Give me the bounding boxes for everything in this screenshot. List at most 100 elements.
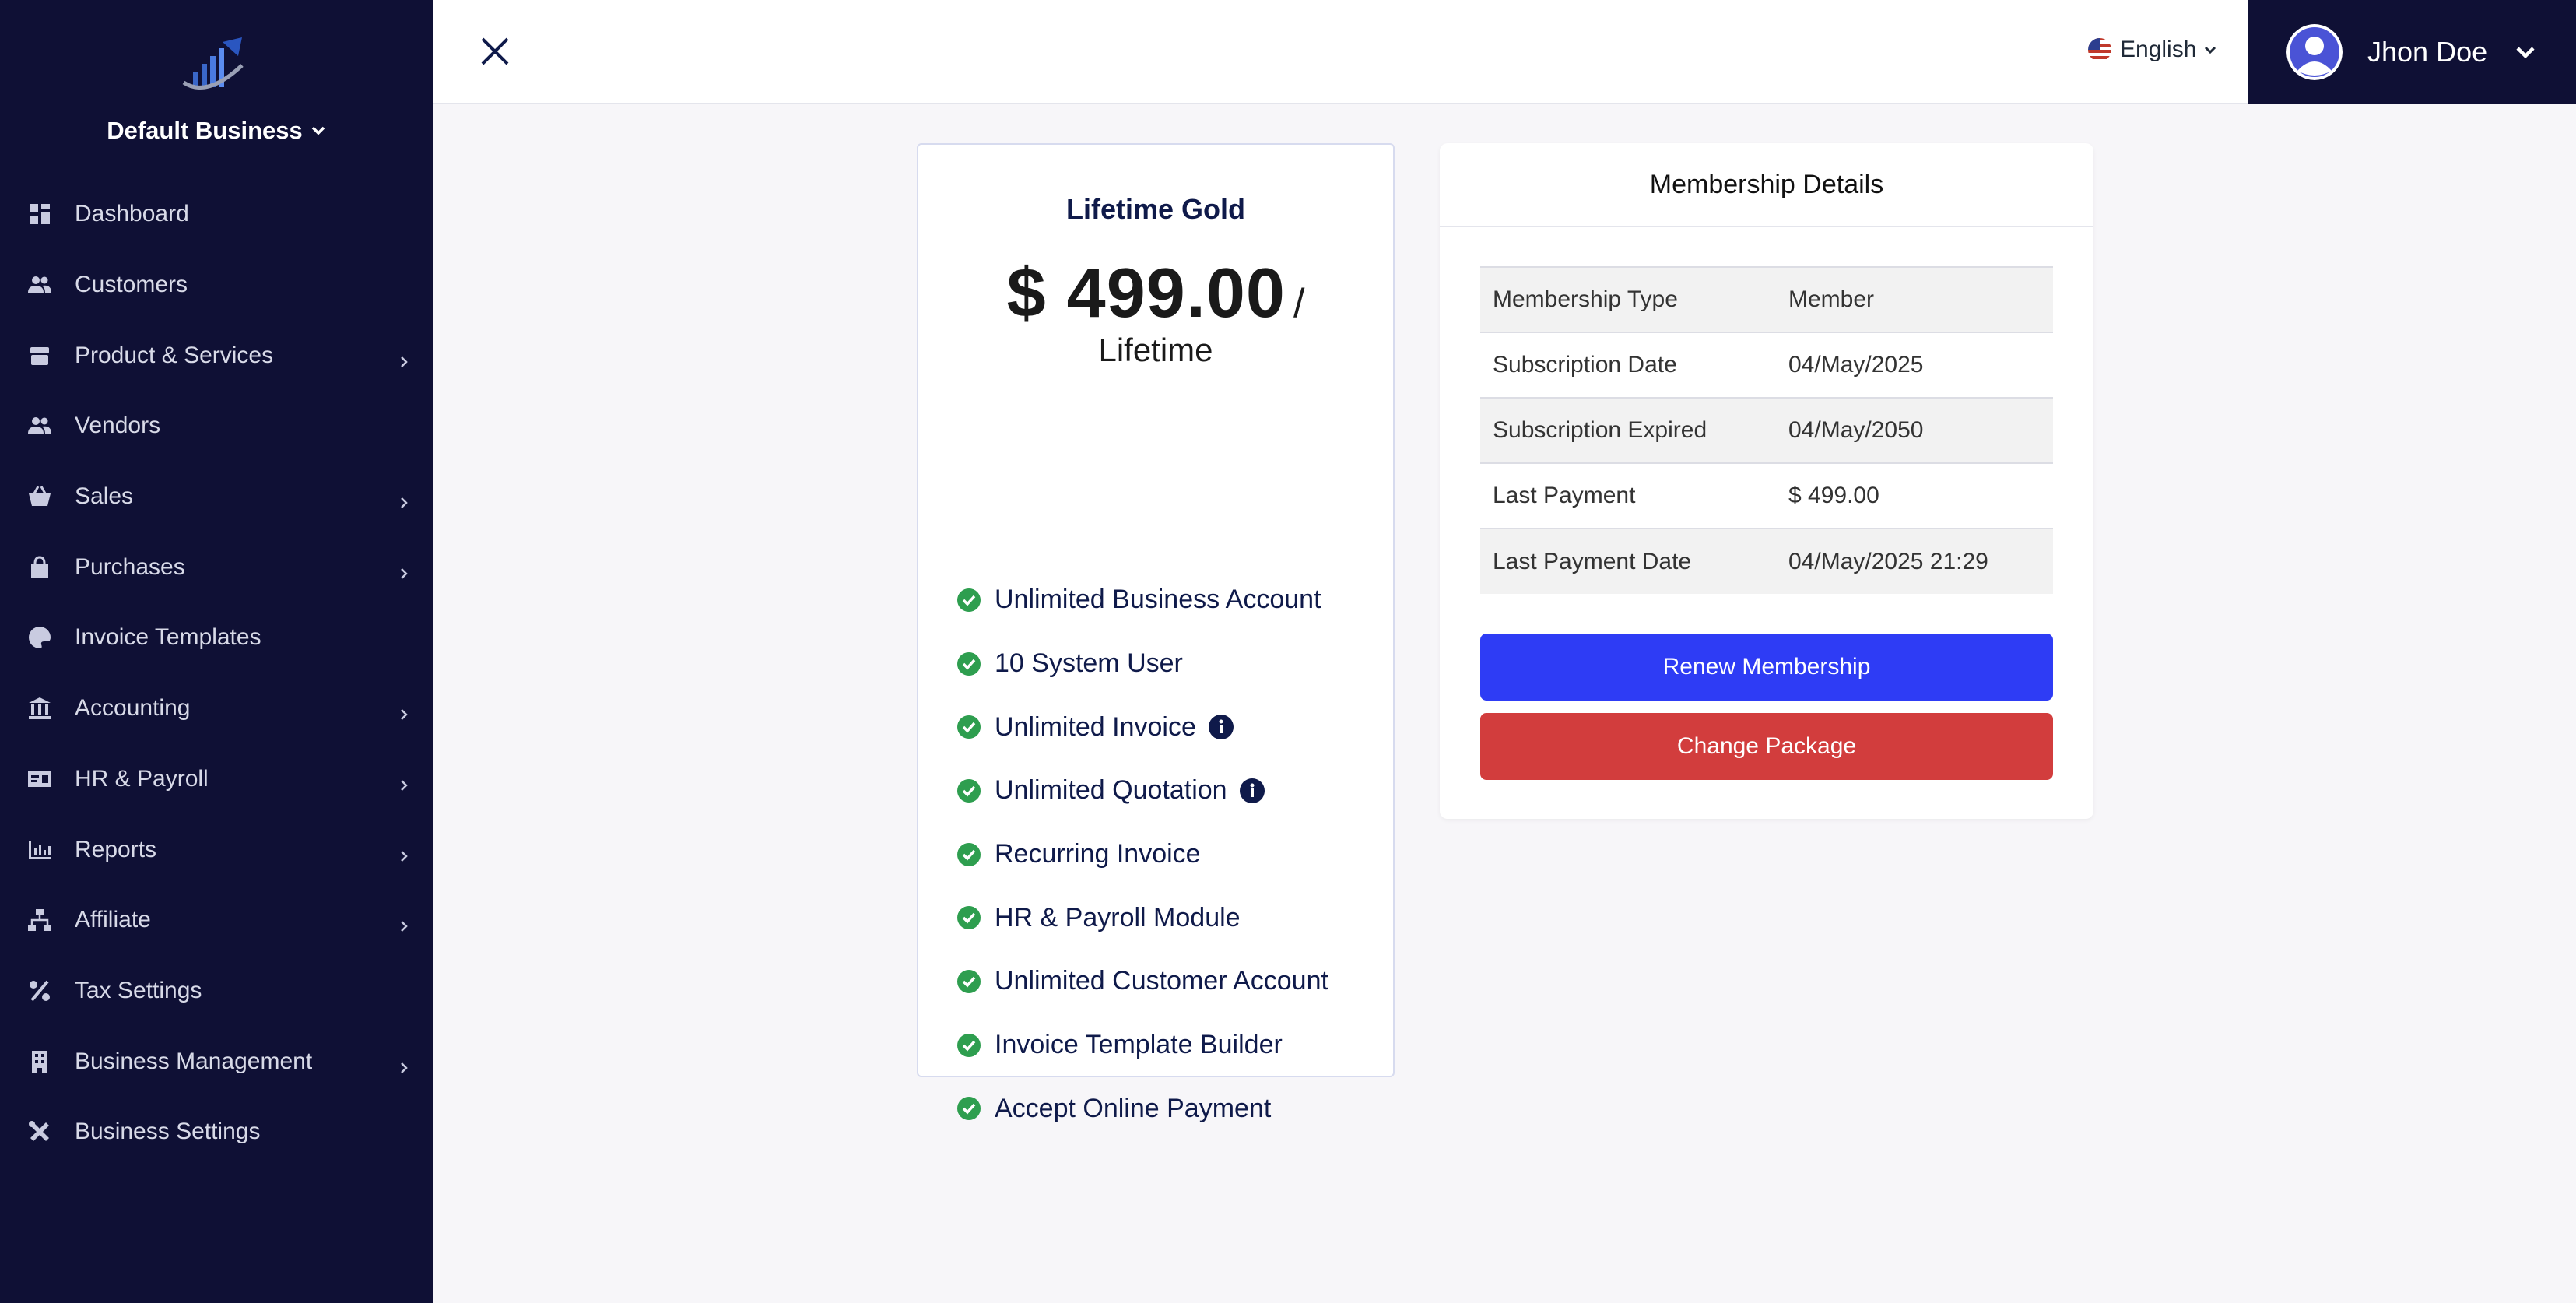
us-flag-icon xyxy=(2088,38,2111,61)
chevron-right-icon xyxy=(397,1055,411,1073)
chevron-down-icon xyxy=(2516,47,2535,59)
chevron-right-icon xyxy=(397,772,411,791)
renew-membership-button[interactable]: Renew Membership xyxy=(1480,634,2053,701)
check-circle-icon xyxy=(957,1097,981,1121)
sidebar-item-label: Business Settings xyxy=(75,1119,261,1145)
sidebar-item-business-settings[interactable]: Business Settings xyxy=(0,1097,433,1168)
sidebar-item-business-management[interactable]: Business Management xyxy=(0,1026,433,1097)
top-bar: English Jhon Doe xyxy=(433,0,2576,104)
info-icon[interactable] xyxy=(1239,778,1265,803)
plan-price-line: $ 499.00/ xyxy=(918,254,1393,334)
feature-label: HR & Payroll Module xyxy=(995,902,1241,932)
close-icon[interactable] xyxy=(478,34,512,68)
feature-label: Invoice Template Builder xyxy=(995,1030,1283,1060)
plan-price: $ 499.00 xyxy=(1006,255,1286,332)
detail-value: $ 499.00 xyxy=(1788,483,1879,508)
sidebar-item-vendors[interactable]: Vendors xyxy=(0,391,433,462)
feature-item: HR & Payroll Module xyxy=(957,886,1393,950)
info-icon[interactable] xyxy=(1208,715,1234,740)
feature-item: Recurring Invoice xyxy=(957,823,1393,887)
sidebar-item-label: Sales xyxy=(75,483,134,510)
check-circle-icon xyxy=(957,969,981,993)
sidebar-item-label: Invoice Templates xyxy=(75,624,261,651)
chevron-down-icon xyxy=(2205,46,2216,54)
detail-key: Last Payment xyxy=(1493,483,1636,508)
dashboard-icon xyxy=(26,201,53,227)
user-menu[interactable]: Jhon Doe xyxy=(2248,0,2576,104)
table-row: Membership Type Member xyxy=(1480,267,2053,332)
sidebar-item-label: Reports xyxy=(75,836,157,862)
sidebar-item-tax-settings[interactable]: Tax Settings xyxy=(0,956,433,1027)
building-icon xyxy=(26,1048,53,1075)
sidebar-nav: Dashboard Customers Product & Services V… xyxy=(0,179,433,1168)
id-card-icon xyxy=(26,766,53,792)
detail-key: Last Payment Date xyxy=(1493,548,1692,574)
language-label: English xyxy=(2120,37,2197,62)
feature-label: Unlimited Invoice xyxy=(995,711,1196,742)
avatar xyxy=(2286,24,2343,80)
table-row: Last Payment Date 04/May/2025 21:29 xyxy=(1480,529,2053,594)
sidebar-item-reports[interactable]: Reports xyxy=(0,814,433,885)
plan-name: Lifetime Gold xyxy=(1065,193,1245,225)
users-icon xyxy=(26,272,53,298)
sidebar-item-label: Accounting xyxy=(75,695,191,722)
detail-key: Membership Type xyxy=(1493,286,1678,312)
feature-item: Unlimited Invoice xyxy=(957,695,1393,759)
check-circle-icon xyxy=(957,906,981,930)
feature-item: Unlimited Customer Account xyxy=(957,950,1393,1013)
sidebar-item-label: HR & Payroll xyxy=(75,765,209,792)
business-name: Default Business xyxy=(107,117,303,144)
change-package-button[interactable]: Change Package xyxy=(1480,713,2053,780)
plan-card: Lifetime Gold $ 499.00/ Lifetime Unlimit… xyxy=(917,143,1395,1123)
check-circle-icon xyxy=(957,842,981,866)
sidebar-item-label: Tax Settings xyxy=(75,977,202,1003)
network-icon xyxy=(26,907,53,933)
business-selector[interactable]: Default Business xyxy=(0,117,433,145)
feature-item: 10 System User xyxy=(957,632,1393,696)
company-logo[interactable] xyxy=(176,34,254,98)
detail-value: 04/May/2025 xyxy=(1788,352,1924,378)
sidebar-item-label: Vendors xyxy=(75,413,161,439)
sidebar-item-label: Affiliate xyxy=(75,907,151,933)
chevron-right-icon xyxy=(397,913,411,932)
feature-label: 10 System User xyxy=(995,648,1183,679)
language-selector[interactable]: English xyxy=(2087,34,2216,65)
detail-key: Subscription Expired xyxy=(1493,417,1707,443)
detail-value: Member xyxy=(1788,286,1875,312)
palette-icon xyxy=(26,624,53,651)
feature-item: Unlimited Business Account xyxy=(957,568,1393,632)
sidebar-item-label: Customers xyxy=(75,272,188,298)
sidebar-item-accounting[interactable]: Accounting xyxy=(0,673,433,744)
table-row: Last Payment $ 499.00 xyxy=(1480,463,2053,529)
feature-item: Invoice Template Builder xyxy=(957,1013,1393,1077)
plan-period: Lifetime xyxy=(1098,332,1213,368)
membership-details-table: Membership Type Member Subscription Date… xyxy=(1480,266,2053,594)
sidebar-item-sales[interactable]: Sales xyxy=(0,462,433,532)
check-circle-icon xyxy=(957,652,981,676)
bag-icon xyxy=(26,554,53,581)
chevron-right-icon xyxy=(397,349,411,367)
price-separator: / xyxy=(1293,281,1305,326)
chevron-right-icon xyxy=(397,490,411,508)
sidebar-item-dashboard[interactable]: Dashboard xyxy=(0,179,433,250)
sidebar-item-customers[interactable]: Customers xyxy=(0,250,433,321)
sidebar-item-invoice-templates[interactable]: Invoice Templates xyxy=(0,602,433,673)
box-icon xyxy=(26,342,53,369)
users-icon xyxy=(26,413,53,439)
sidebar: Default Business Dashboard Customers Pro… xyxy=(0,0,433,1303)
feature-item: Unlimited Quotation xyxy=(957,759,1393,823)
sidebar-item-label: Purchases xyxy=(75,553,185,580)
percent-icon xyxy=(26,978,53,1004)
sidebar-item-product-services[interactable]: Product & Services xyxy=(0,320,433,391)
detail-value: 04/May/2050 xyxy=(1788,417,1924,443)
sidebar-item-hr-payroll[interactable]: HR & Payroll xyxy=(0,744,433,815)
sidebar-item-affiliate[interactable]: Affiliate xyxy=(0,885,433,956)
table-row: Subscription Expired 04/May/2050 xyxy=(1480,398,2053,463)
feature-label: Unlimited Business Account xyxy=(995,585,1321,615)
check-circle-icon xyxy=(957,715,981,739)
table-row: Subscription Date 04/May/2025 xyxy=(1480,332,2053,398)
sidebar-item-purchases[interactable]: Purchases xyxy=(0,532,433,602)
sidebar-item-label: Dashboard xyxy=(75,201,189,227)
detail-key: Subscription Date xyxy=(1493,352,1677,378)
check-circle-icon xyxy=(957,588,981,612)
